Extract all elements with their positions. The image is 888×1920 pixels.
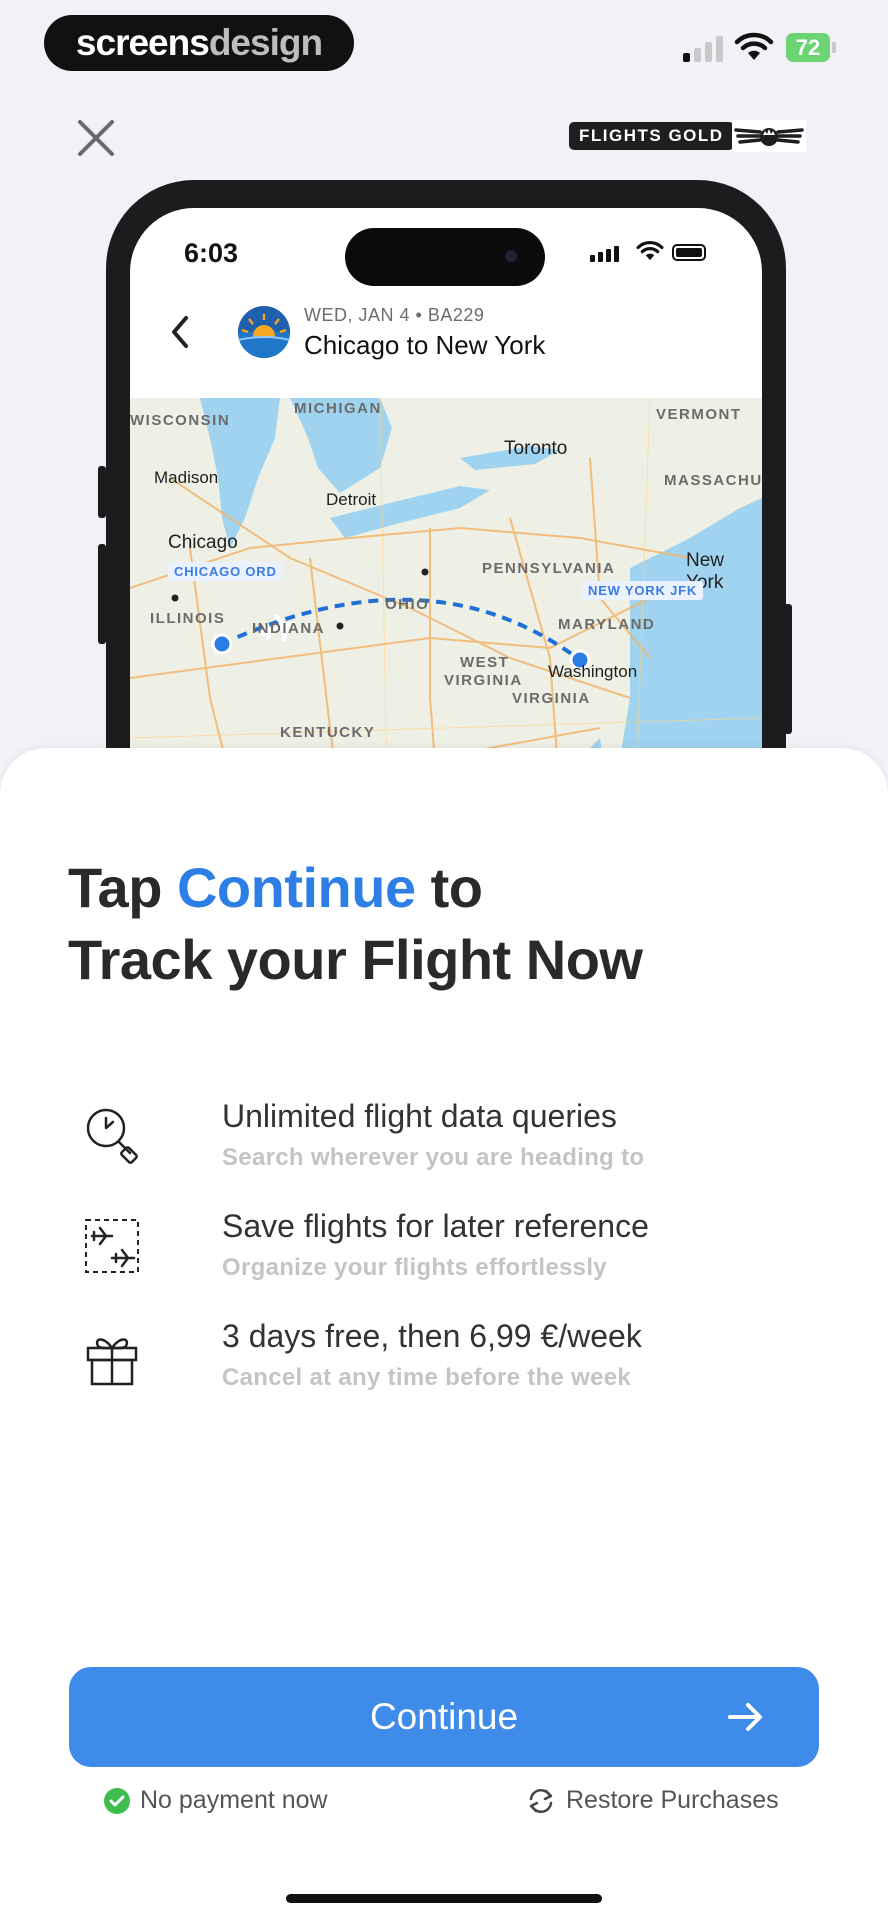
- close-icon[interactable]: [74, 116, 118, 160]
- brand-part2: design: [208, 22, 323, 63]
- wings-crown-icon: [732, 120, 806, 152]
- map-label-pennsylvania: PENNSYLVANIA: [482, 560, 616, 577]
- phone-time: 6:03: [184, 238, 239, 268]
- map-label-west-virginia: WEST: [460, 654, 510, 671]
- home-indicator: [286, 1894, 602, 1903]
- saved-flights-icon: [85, 1219, 139, 1273]
- flight-route-title: Chicago to New York: [304, 330, 546, 360]
- feature-title: Save flights for later reference: [222, 1208, 649, 1244]
- feature-title: 3 days free, then 6,99 €/week: [222, 1318, 642, 1354]
- headline-line2: Track your Flight Now: [68, 928, 643, 991]
- map-label-kentucky: KENTUCKY: [280, 724, 376, 741]
- map-label-west-virginia-2: VIRGINIA: [444, 672, 523, 689]
- city-detroit: Detroit: [326, 490, 377, 509]
- no-payment-label: No payment now: [140, 1786, 328, 1814]
- restore-purchases-label: Restore Purchases: [566, 1786, 779, 1814]
- map-label-indiana: INDIANA: [252, 620, 325, 637]
- map-label-wisconsin: WISCONSIN: [130, 412, 231, 429]
- battery-indicator: 72: [786, 33, 830, 62]
- city-washington: Washington: [548, 662, 638, 681]
- map-label-maryland: MARYLAND: [558, 616, 656, 633]
- map-label-illinois: ILLINOIS: [150, 610, 226, 627]
- battery-tip: [832, 42, 836, 53]
- brand-part1: screens: [75, 22, 210, 63]
- origin-chip: CHICAGO ORD: [168, 562, 283, 581]
- headline-part2: to: [415, 856, 483, 919]
- feature-subtitle: Cancel at any time before the week: [222, 1364, 632, 1391]
- map-label-ohio: OHIO: [385, 596, 430, 613]
- flights-gold-badge: FLIGHTS GOLD: [569, 122, 734, 150]
- cellular-signal-icon: [683, 36, 725, 62]
- phone-wifi-icon: [636, 240, 664, 261]
- map-label-michigan: MICHIGAN: [294, 400, 382, 417]
- refresh-icon: [529, 1788, 553, 1813]
- headline-part1: Tap: [68, 856, 177, 919]
- back-chevron-icon[interactable]: [168, 312, 192, 352]
- arrow-right-icon: [728, 1703, 762, 1731]
- map-label-virginia: VIRGINIA: [512, 690, 591, 707]
- dynamic-island: [345, 228, 545, 286]
- headline-highlight: Continue: [176, 856, 416, 919]
- destination-chip: NEW YORK JFK: [582, 581, 704, 600]
- flight-meta: WED, JAN 4 • BA229: [304, 305, 485, 325]
- city-madison: Madison: [154, 468, 219, 487]
- feature-subtitle: Search wherever you are heading to: [222, 1144, 645, 1171]
- no-payment-note: No payment now: [104, 1786, 328, 1815]
- gift-icon: [86, 1338, 138, 1386]
- continue-button[interactable]: Continue: [69, 1667, 819, 1767]
- map-label-massachusetts: MASSACHUSE: [664, 472, 762, 489]
- phone-battery-icon: [672, 244, 706, 261]
- check-circle-icon: [104, 1787, 130, 1814]
- phone-signal-icon: [590, 246, 619, 262]
- city-toronto: Toronto: [504, 438, 568, 459]
- phone-button: [98, 466, 106, 518]
- screensdesign-watermark: screens design: [44, 15, 354, 71]
- feature-title: Unlimited flight data queries: [222, 1098, 617, 1134]
- phone-button: [98, 544, 106, 644]
- continue-button-label: Continue: [369, 1696, 519, 1737]
- airline-logo-icon: [238, 306, 290, 358]
- search-clock-icon: [86, 1108, 138, 1164]
- map-label-vermont: VERMONT: [656, 406, 742, 423]
- city-chicago: Chicago: [168, 532, 238, 553]
- restore-purchases-link[interactable]: Restore Purchases: [526, 1786, 779, 1815]
- headline: Tap Continue to Track your Flight Now: [68, 852, 643, 996]
- wifi-icon: [734, 32, 774, 60]
- feature-subtitle: Organize your flights effortlessly: [222, 1254, 607, 1281]
